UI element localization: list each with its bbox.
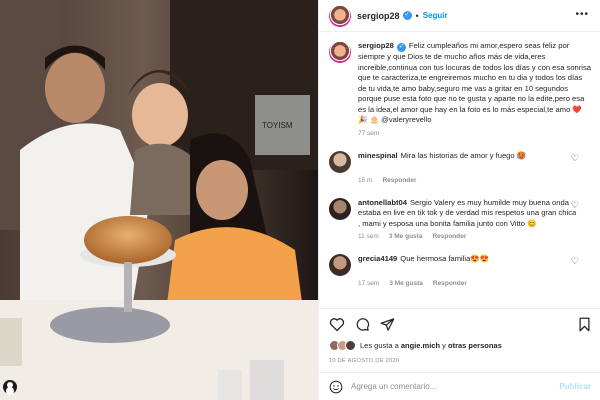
comment-time[interactable]: 17 sem (358, 280, 379, 287)
author-username[interactable]: sergiop28 (357, 11, 400, 21)
comment-avatar[interactable] (329, 197, 351, 220)
comment-like-heart-icon[interactable]: ♡ (571, 256, 579, 267)
comment-username[interactable]: antonellabt04 (358, 198, 407, 207)
comment-time[interactable]: 15 m (358, 177, 372, 184)
reply-button[interactable]: Responder (433, 280, 467, 287)
caption-time[interactable]: 77 sem (358, 130, 379, 137)
comment-username[interactable]: grecia4149 (358, 254, 397, 263)
comment-input[interactable] (351, 382, 560, 391)
comment-text-block: grecia4149 Que hermosa familia😍😍 (358, 254, 591, 265)
comment-item: grecia4149 Que hermosa familia😍😍 ♡ 17 sem… (329, 254, 591, 287)
comment-meta: 17 sem 3 Me gusta Responder (358, 280, 591, 287)
post-date[interactable]: 10 DE AGOSTO DE 2020 (329, 358, 591, 364)
emoji-icon[interactable] (329, 380, 343, 394)
publish-button[interactable]: Publicar (559, 382, 591, 391)
svg-text:TOYISM: TOYISM (262, 121, 293, 130)
liked-by-prefix: Les gusta a (360, 341, 399, 350)
reply-button[interactable]: Responder (432, 233, 466, 240)
comment-likes[interactable]: 3 Me gusta (389, 280, 423, 287)
comment-text: Mira las historias de amor y fuego 🥵 (400, 150, 527, 160)
comment-time[interactable]: 11 sem (358, 233, 379, 240)
share-icon[interactable] (380, 317, 395, 332)
comment-text-block: minespinal Mira las historias de amor y f… (358, 151, 591, 162)
liked-by-user[interactable]: angie.mich (401, 341, 440, 350)
caption-text-block: sergiop28 ✓ Feliz cumpleaños mi amor,esper… (358, 41, 591, 126)
comment-composer: Publicar (319, 372, 600, 400)
liked-by-suffix: y (442, 341, 446, 350)
comment-item: minespinal Mira las historias de amor y f… (329, 150, 591, 184)
comment-text-block: antonellabt04 Sergio Valery es muy humild… (358, 198, 591, 230)
post-side-panel: sergiop28 ✓ • Seguir ••• sergiop28 ✓ Feliz… (318, 0, 600, 400)
comment-like-heart-icon[interactable]: ♡ (571, 200, 579, 211)
comments-list[interactable]: sergiop28 ✓ Feliz cumpleaños mi amor,esper… (319, 33, 600, 308)
user-tag-icon[interactable] (3, 380, 17, 394)
comment-like-heart-icon[interactable]: ♡ (571, 153, 579, 164)
more-icon[interactable]: ••• (575, 9, 589, 20)
comment-avatar[interactable] (329, 254, 351, 276)
heart-icon[interactable] (329, 317, 345, 332)
comment-username[interactable]: minespinal (358, 151, 398, 160)
author-avatar[interactable] (329, 4, 351, 27)
comment-meta: 15 m Responder (358, 177, 591, 184)
comment-avatar[interactable] (329, 150, 351, 173)
comment-text: Que hermosa familia😍😍 (400, 254, 490, 263)
liked-by: Les gusta a angie.mich y otras personas (329, 340, 591, 351)
post-actions: Les gusta a angie.mich y otras personas … (319, 308, 600, 372)
caption-username[interactable]: sergiop28 (358, 41, 394, 50)
caption-text: Feliz cumpleaños mi amor,espero seas fel… (358, 41, 592, 124)
post-header: sergiop28 ✓ • Seguir ••• (319, 0, 600, 32)
liker-avatar[interactable] (345, 340, 356, 351)
follow-button[interactable]: Seguir (423, 11, 448, 20)
caption-avatar[interactable] (329, 41, 351, 63)
comment-meta: 11 sem 3 Me gusta Responder (358, 233, 591, 240)
reply-button[interactable]: Responder (382, 177, 416, 184)
verified-icon: ✓ (396, 43, 406, 52)
post-photo-illustration: TOYISM (0, 0, 318, 400)
comment-icon[interactable] (355, 317, 370, 332)
bookmark-icon[interactable] (578, 317, 591, 332)
separator-dot: • (415, 10, 419, 21)
post-photo[interactable]: TOYISM (0, 0, 318, 400)
comment-item: antonellabt04 Sergio Valery es muy humild… (329, 197, 591, 240)
liked-by-others[interactable]: otras personas (448, 341, 502, 350)
verified-icon: ✓ (402, 11, 412, 20)
caption: sergiop28 ✓ Feliz cumpleaños mi amor,esper… (329, 41, 591, 126)
comment-likes[interactable]: 3 Me gusta (389, 233, 423, 240)
caption-meta: 77 sem (358, 130, 591, 137)
